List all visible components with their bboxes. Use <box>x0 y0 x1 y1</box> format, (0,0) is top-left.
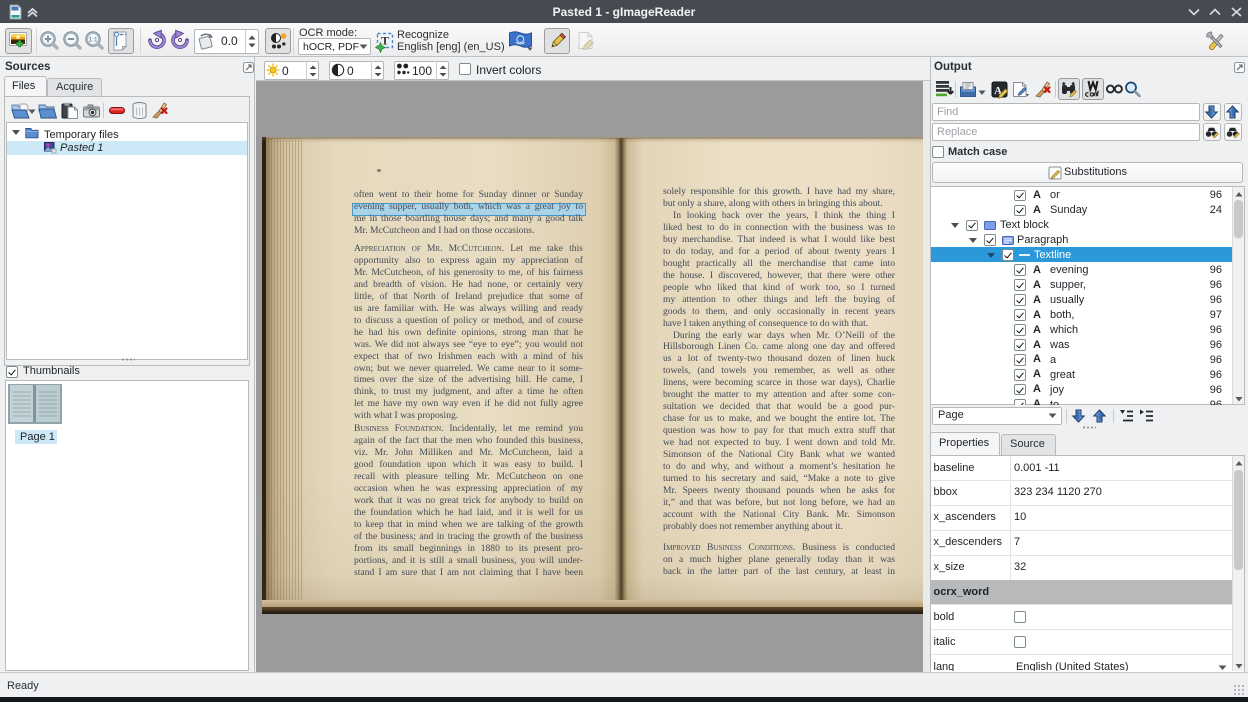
svg-text:1:1: 1:1 <box>89 37 98 43</box>
